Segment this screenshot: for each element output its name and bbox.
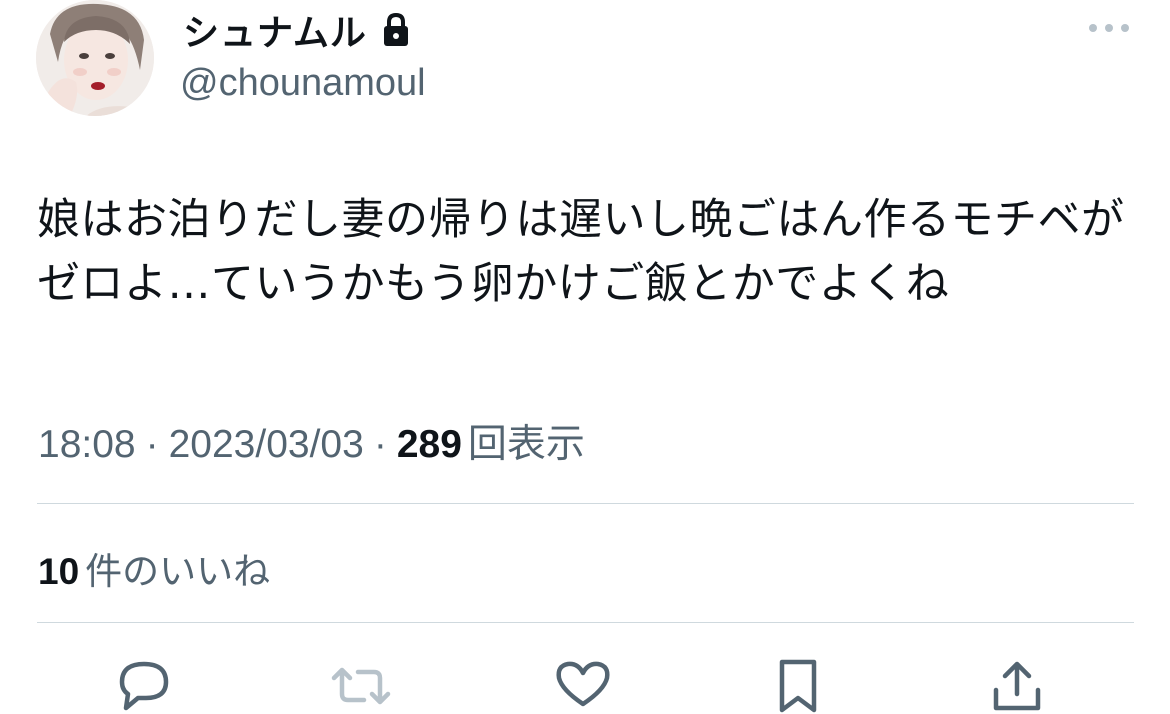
display-name[interactable]: シュナムル	[183, 4, 367, 56]
likes-count[interactable]: 10	[38, 551, 79, 593]
display-name-row[interactable]: シュナムル	[183, 6, 411, 54]
reply-button[interactable]	[114, 658, 176, 714]
more-options-icon[interactable]	[1086, 18, 1132, 38]
user-handle[interactable]: @chounamoul	[180, 62, 426, 105]
lock-icon	[381, 11, 411, 49]
tweet-date[interactable]: 2023/03/03	[169, 423, 364, 467]
meta-separator: ·	[373, 423, 387, 466]
tweet-time[interactable]: 18:08	[38, 423, 136, 467]
tweet-meta: 18:08 · 2023/03/03 · 289 回表示	[38, 413, 585, 469]
avatar-illustration	[36, 0, 154, 116]
divider	[37, 622, 1134, 623]
like-button[interactable]	[552, 658, 614, 714]
divider	[37, 503, 1134, 504]
reply-icon	[119, 661, 169, 711]
views-label: 回表示	[467, 423, 585, 466]
retweet-icon	[331, 667, 391, 705]
retweet-button[interactable]	[330, 658, 392, 714]
likes-summary[interactable]: 10 件のいいね	[38, 541, 270, 595]
bookmark-button[interactable]	[768, 658, 830, 714]
avatar[interactable]	[36, 0, 154, 116]
share-button[interactable]	[986, 658, 1048, 714]
views-count: 289	[396, 423, 462, 466]
like-icon	[556, 661, 610, 707]
meta-separator: ·	[145, 423, 159, 466]
tweet-text: 娘はお泊りだし妻の帰りは遅いし晩ごはん作るモチベがゼロよ…ていうかもう卵かけご飯…	[37, 195, 1125, 309]
share-icon	[993, 661, 1041, 711]
likes-label[interactable]: 件のいいね	[85, 541, 270, 595]
bookmark-icon	[779, 659, 817, 713]
